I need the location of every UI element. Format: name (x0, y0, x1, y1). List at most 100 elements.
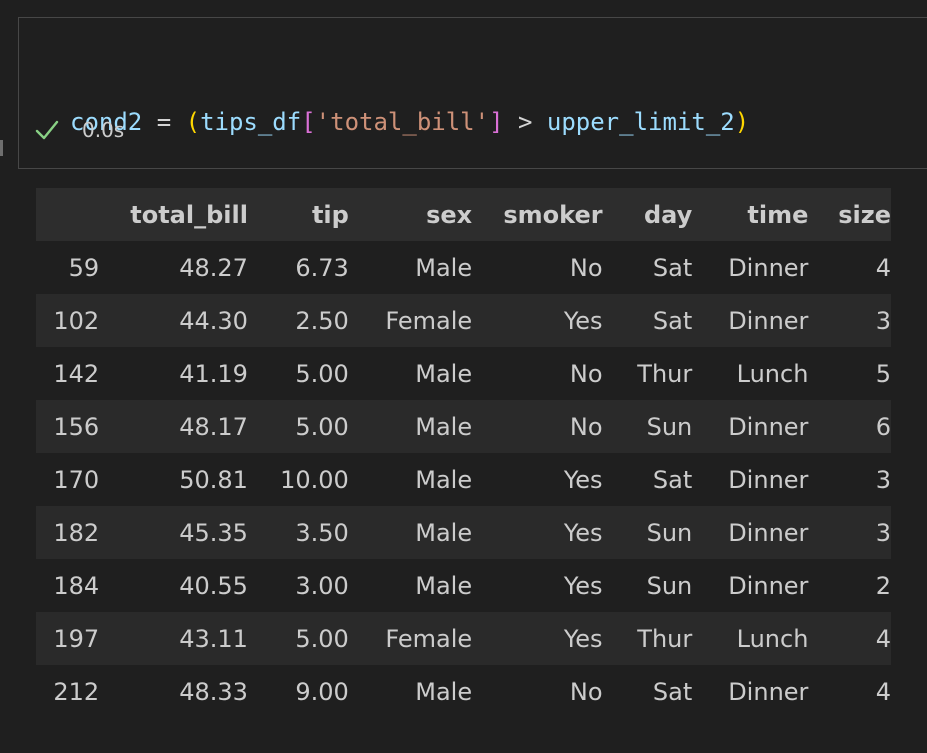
table-row: 59 48.27 6.73 Male No Sat Dinner 4 (36, 241, 891, 294)
code-token: = (142, 108, 186, 136)
cell-smoker: Yes (563, 306, 603, 335)
code-token: > (503, 108, 547, 136)
code-token: ( (185, 108, 201, 136)
column-header-index (36, 188, 99, 241)
column-header-smoker: smoker (503, 200, 603, 229)
cell-sex: Male (415, 518, 473, 547)
column-header-tip: tip (311, 200, 349, 229)
cell-day: Thur (637, 359, 693, 388)
column-header-size: size (838, 200, 891, 229)
cell-tip: 3.00 (295, 571, 349, 600)
cell-tip: 9.00 (295, 677, 349, 706)
cell-day: Sat (652, 677, 693, 706)
cell-day: Sun (646, 518, 693, 547)
cell-smoker: No (569, 677, 603, 706)
cell-time: Dinner (728, 677, 809, 706)
cell-smoker: No (569, 359, 603, 388)
code-token: upper_limit_2 (546, 108, 735, 136)
table-row: 212 48.33 9.00 Male No Sat Dinner 4 (36, 665, 891, 718)
cell-tip: 5.00 (295, 359, 349, 388)
row-index: 156 (53, 412, 100, 441)
table-row: 142 41.19 5.00 Male No Thur Lunch 5 (36, 347, 891, 400)
output-dataframe: total_bill tip sex smoker day time size … (36, 188, 891, 718)
cell-smoker: Yes (563, 518, 603, 547)
table-row: 197 43.11 5.00 Female Yes Thur Lunch 4 (36, 612, 891, 665)
cell-edge-marker (0, 140, 3, 156)
cell-time: Lunch (736, 624, 809, 653)
cell-smoker: Yes (563, 571, 603, 600)
cell-sex: Male (415, 412, 473, 441)
column-header-day: day (643, 200, 693, 229)
cell-size: 3 (875, 465, 891, 494)
cell-sex: Female (385, 624, 473, 653)
row-index: 102 (53, 306, 100, 335)
check-icon (35, 120, 59, 140)
cell-size: 3 (875, 518, 891, 547)
cell-tip: 5.00 (295, 624, 349, 653)
cell-smoker: Yes (563, 624, 603, 653)
cell-sex: Male (415, 253, 473, 282)
cell-tip: 3.50 (295, 518, 349, 547)
table-row: 102 44.30 2.50 Female Yes Sat Dinner 3 (36, 294, 891, 347)
row-index: 182 (53, 518, 100, 547)
cell-sex: Male (415, 465, 473, 494)
row-index: 184 (53, 571, 100, 600)
table-row: 182 45.35 3.50 Male Yes Sun Dinner 3 (36, 506, 891, 559)
table-row: 184 40.55 3.00 Male Yes Sun Dinner 2 (36, 559, 891, 612)
cell-day: Sat (652, 253, 693, 282)
cell-size: 6 (875, 412, 891, 441)
cell-total-bill: 43.11 (179, 624, 248, 653)
cell-tip: 2.50 (295, 306, 349, 335)
cell-smoker: No (569, 253, 603, 282)
cell-total-bill: 48.17 (179, 412, 248, 441)
cell-total-bill: 40.55 (179, 571, 248, 600)
cell-size: 4 (875, 624, 891, 653)
cell-sex: Male (415, 571, 473, 600)
execution-time: 0.0s (82, 118, 125, 142)
cell-total-bill: 45.35 (179, 518, 248, 547)
cell-total-bill: 50.81 (179, 465, 248, 494)
execution-status: 0.0s (34, 112, 124, 148)
row-index: 197 (53, 624, 100, 653)
code-token: ) (734, 108, 750, 136)
cell-total-bill: 48.33 (179, 677, 248, 706)
cell-smoker: No (569, 412, 603, 441)
cell-time: Dinner (728, 518, 809, 547)
cell-total-bill: 41.19 (179, 359, 248, 388)
cell-smoker: Yes (563, 465, 603, 494)
code-token: [ (301, 108, 316, 136)
column-header-time: time (747, 200, 809, 229)
row-index: 212 (53, 677, 100, 706)
table-row: 170 50.81 10.00 Male Yes Sat Dinner 3 (36, 453, 891, 506)
cell-day: Sat (652, 465, 693, 494)
cell-size: 5 (875, 359, 891, 388)
cell-size: 2 (875, 571, 891, 600)
cell-size: 4 (875, 253, 891, 282)
cell-time: Dinner (728, 465, 809, 494)
cell-tip: 5.00 (295, 412, 349, 441)
column-header-total-bill: total_bill (130, 200, 248, 229)
cell-time: Dinner (728, 306, 809, 335)
cell-time: Dinner (728, 253, 809, 282)
cell-day: Sun (646, 571, 693, 600)
row-index: 59 (68, 253, 100, 282)
cell-tip: 10.00 (280, 465, 349, 494)
cell-tip: 6.73 (295, 253, 349, 282)
cell-day: Sun (646, 412, 693, 441)
table-header-row: total_bill tip sex smoker day time size (36, 188, 891, 241)
cell-size: 4 (875, 677, 891, 706)
cell-total-bill: 44.30 (179, 306, 248, 335)
cell-time: Dinner (728, 412, 809, 441)
cell-sex: Female (385, 306, 473, 335)
row-index: 142 (53, 359, 100, 388)
cell-day: Thur (637, 624, 693, 653)
code-line-1: cond2 = (tips_df['total_bill'] > upper_l… (70, 103, 749, 141)
code-token: tips_df (200, 108, 302, 136)
cell-day: Sat (652, 306, 693, 335)
cell-size: 3 (875, 306, 891, 335)
cell-sex: Male (415, 359, 473, 388)
cell-time: Dinner (728, 571, 809, 600)
cell-time: Lunch (736, 359, 809, 388)
column-header-sex: sex (426, 200, 473, 229)
row-index: 170 (53, 465, 100, 494)
